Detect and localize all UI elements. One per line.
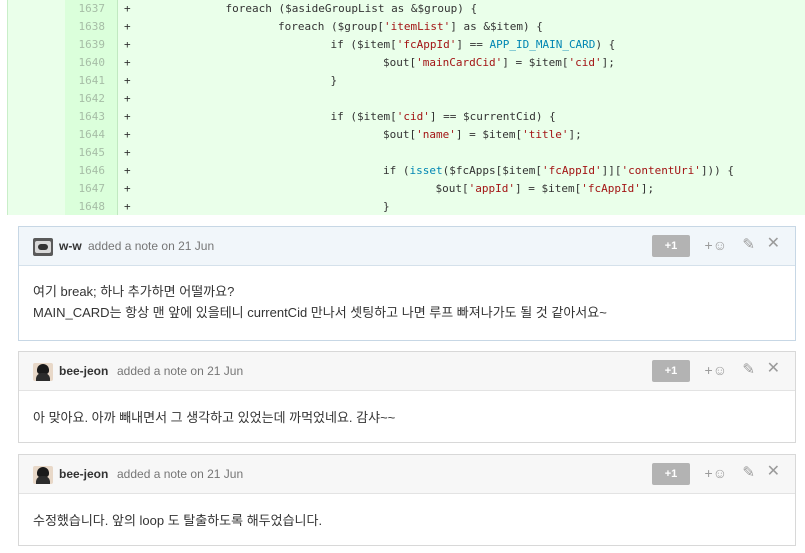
plus-one-button[interactable]: +1 [652, 463, 690, 485]
close-icon[interactable]: ✕ [767, 235, 780, 253]
add-emoji-icon[interactable]: +☺ [705, 361, 727, 379]
diff-add-sign: + [124, 110, 131, 123]
line-number[interactable]: 1646 [65, 162, 106, 180]
code-text: $out['mainCardCid'] = $item['cid']; [383, 56, 615, 69]
diff-line: 1637 + foreach ($asideGroupList as &$group… [8, 0, 805, 18]
diff-line: 1645 + [8, 144, 805, 162]
note-author[interactable]: bee-jeon [59, 364, 108, 378]
line-number[interactable]: 1639 [65, 36, 106, 54]
diff-line: 1640 + $out['mainCardCid'] = $item['cid']; [8, 54, 805, 72]
diff-block: 1637 + foreach ($asideGroupList as &$group… [7, 0, 805, 215]
code-text: foreach ($group['itemList'] as &$item) { [278, 20, 543, 33]
note-header: w-w added a note on 21 Jun +1 +☺ ✎ ✕ [19, 227, 795, 266]
line-number[interactable]: 1642 [65, 90, 106, 108]
note-body-line: 수정했습니다. 앞의 loop 도 탈출하도록 해두었습니다. [33, 513, 323, 528]
diff-line: 1643 + if ($item['cid'] == $currentCid) { [8, 108, 805, 126]
note-body: 아 맞아요. 아까 빼내면서 그 생각하고 있었는데 까먹었네요. 감샤~~ [19, 391, 795, 428]
note-body-line: 아 맞아요. 아까 빼내면서 그 생각하고 있었는데 까먹었네요. 감샤~~ [33, 410, 396, 425]
code-text: if ($item['cid'] == $currentCid) { [330, 110, 556, 123]
code-text: $out['appId'] = $item['fcAppId']; [435, 182, 655, 195]
code-text: foreach ($asideGroupList as &$group) { [225, 2, 478, 15]
note-meta: added a note on 21 Jun [117, 467, 244, 481]
avatar-icon[interactable] [33, 238, 53, 256]
code-text: $out['name'] = $item['title']; [383, 128, 582, 141]
pencil-icon[interactable]: ✎ [742, 464, 755, 482]
line-number[interactable]: 1640 [65, 54, 106, 72]
diff-add-sign: + [124, 20, 131, 33]
pencil-icon[interactable]: ✎ [742, 361, 755, 379]
diff-line: 1642 + [8, 90, 805, 108]
diff-line: 1647 + $out['appId'] = $item['fcAppId']; [8, 180, 805, 198]
note-card: bee-jeon added a note on 21 Jun +1 +☺ ✎ … [18, 454, 796, 546]
note-author[interactable]: w-w [59, 239, 82, 253]
note-card: bee-jeon added a note on 21 Jun +1 +☺ ✎ … [18, 351, 796, 443]
note-card: w-w added a note on 21 Jun +1 +☺ ✎ ✕ 여기 … [18, 226, 796, 341]
note-header: bee-jeon added a note on 21 Jun +1 +☺ ✎ … [19, 352, 795, 391]
close-icon[interactable]: ✕ [767, 360, 780, 378]
line-number[interactable]: 1643 [65, 108, 106, 126]
add-emoji-icon[interactable]: +☺ [705, 464, 727, 482]
diff-add-sign: + [124, 74, 131, 87]
line-number[interactable]: 1641 [65, 72, 106, 90]
code-text: } [383, 200, 390, 213]
diff-add-sign: + [124, 128, 131, 141]
diff-add-sign: + [124, 200, 131, 213]
diff-add-sign: + [124, 146, 131, 159]
note-body-line: 여기 break; 하나 추가하면 어떨까요? [33, 284, 235, 299]
line-number[interactable]: 1648 [65, 198, 106, 216]
note-author[interactable]: bee-jeon [59, 467, 108, 481]
diff-add-sign: + [124, 56, 131, 69]
plus-one-button[interactable]: +1 [652, 360, 690, 382]
note-body: 수정했습니다. 앞의 loop 도 탈출하도록 해두었습니다. [19, 494, 795, 531]
plus-one-button[interactable]: +1 [652, 235, 690, 257]
diff-add-sign: + [124, 38, 131, 51]
code-text: if (isset($fcApps[$item['fcAppId']]['con… [383, 164, 735, 177]
note-meta: added a note on 21 Jun [88, 239, 215, 253]
avatar-icon[interactable] [33, 466, 53, 484]
close-icon[interactable]: ✕ [767, 463, 780, 481]
diff-add-sign: + [124, 164, 131, 177]
pencil-icon[interactable]: ✎ [742, 236, 755, 254]
note-meta: added a note on 21 Jun [117, 364, 244, 378]
diff-line: 1638 + foreach ($group['itemList'] as &$it… [8, 18, 805, 36]
line-number[interactable]: 1638 [65, 18, 106, 36]
note-body-line: MAIN_CARD는 항상 맨 앞에 있을테니 currentCid 만나서 셋… [33, 305, 607, 320]
diff-line: 1646 + if (isset($fcApps[$item['fcAppId']]… [8, 162, 805, 180]
diff-add-sign: + [124, 2, 131, 15]
diff-line: 1639 + if ($item['fcAppId'] == APP_ID_MAIN… [8, 36, 805, 54]
code-text: if ($item['fcAppId'] == APP_ID_MAIN_CARD… [330, 38, 616, 51]
line-number[interactable]: 1645 [65, 144, 106, 162]
diff-line: 1641 +} [8, 72, 805, 90]
note-header: bee-jeon added a note on 21 Jun +1 +☺ ✎ … [19, 455, 795, 494]
line-number[interactable]: 1644 [65, 126, 106, 144]
diff-add-sign: + [124, 182, 131, 195]
diff-add-sign: + [124, 92, 131, 105]
diff-line: 1644 + $out['name'] = $item['title']; [8, 126, 805, 144]
add-emoji-icon[interactable]: +☺ [705, 236, 727, 254]
line-number[interactable]: 1647 [65, 180, 106, 198]
line-number[interactable]: 1637 [65, 0, 106, 18]
code-text: } [330, 74, 338, 87]
diff-line: 1648 +} [8, 198, 805, 216]
avatar-icon[interactable] [33, 363, 53, 381]
note-body: 여기 break; 하나 추가하면 어떨까요? MAIN_CARD는 항상 맨 … [19, 266, 795, 323]
